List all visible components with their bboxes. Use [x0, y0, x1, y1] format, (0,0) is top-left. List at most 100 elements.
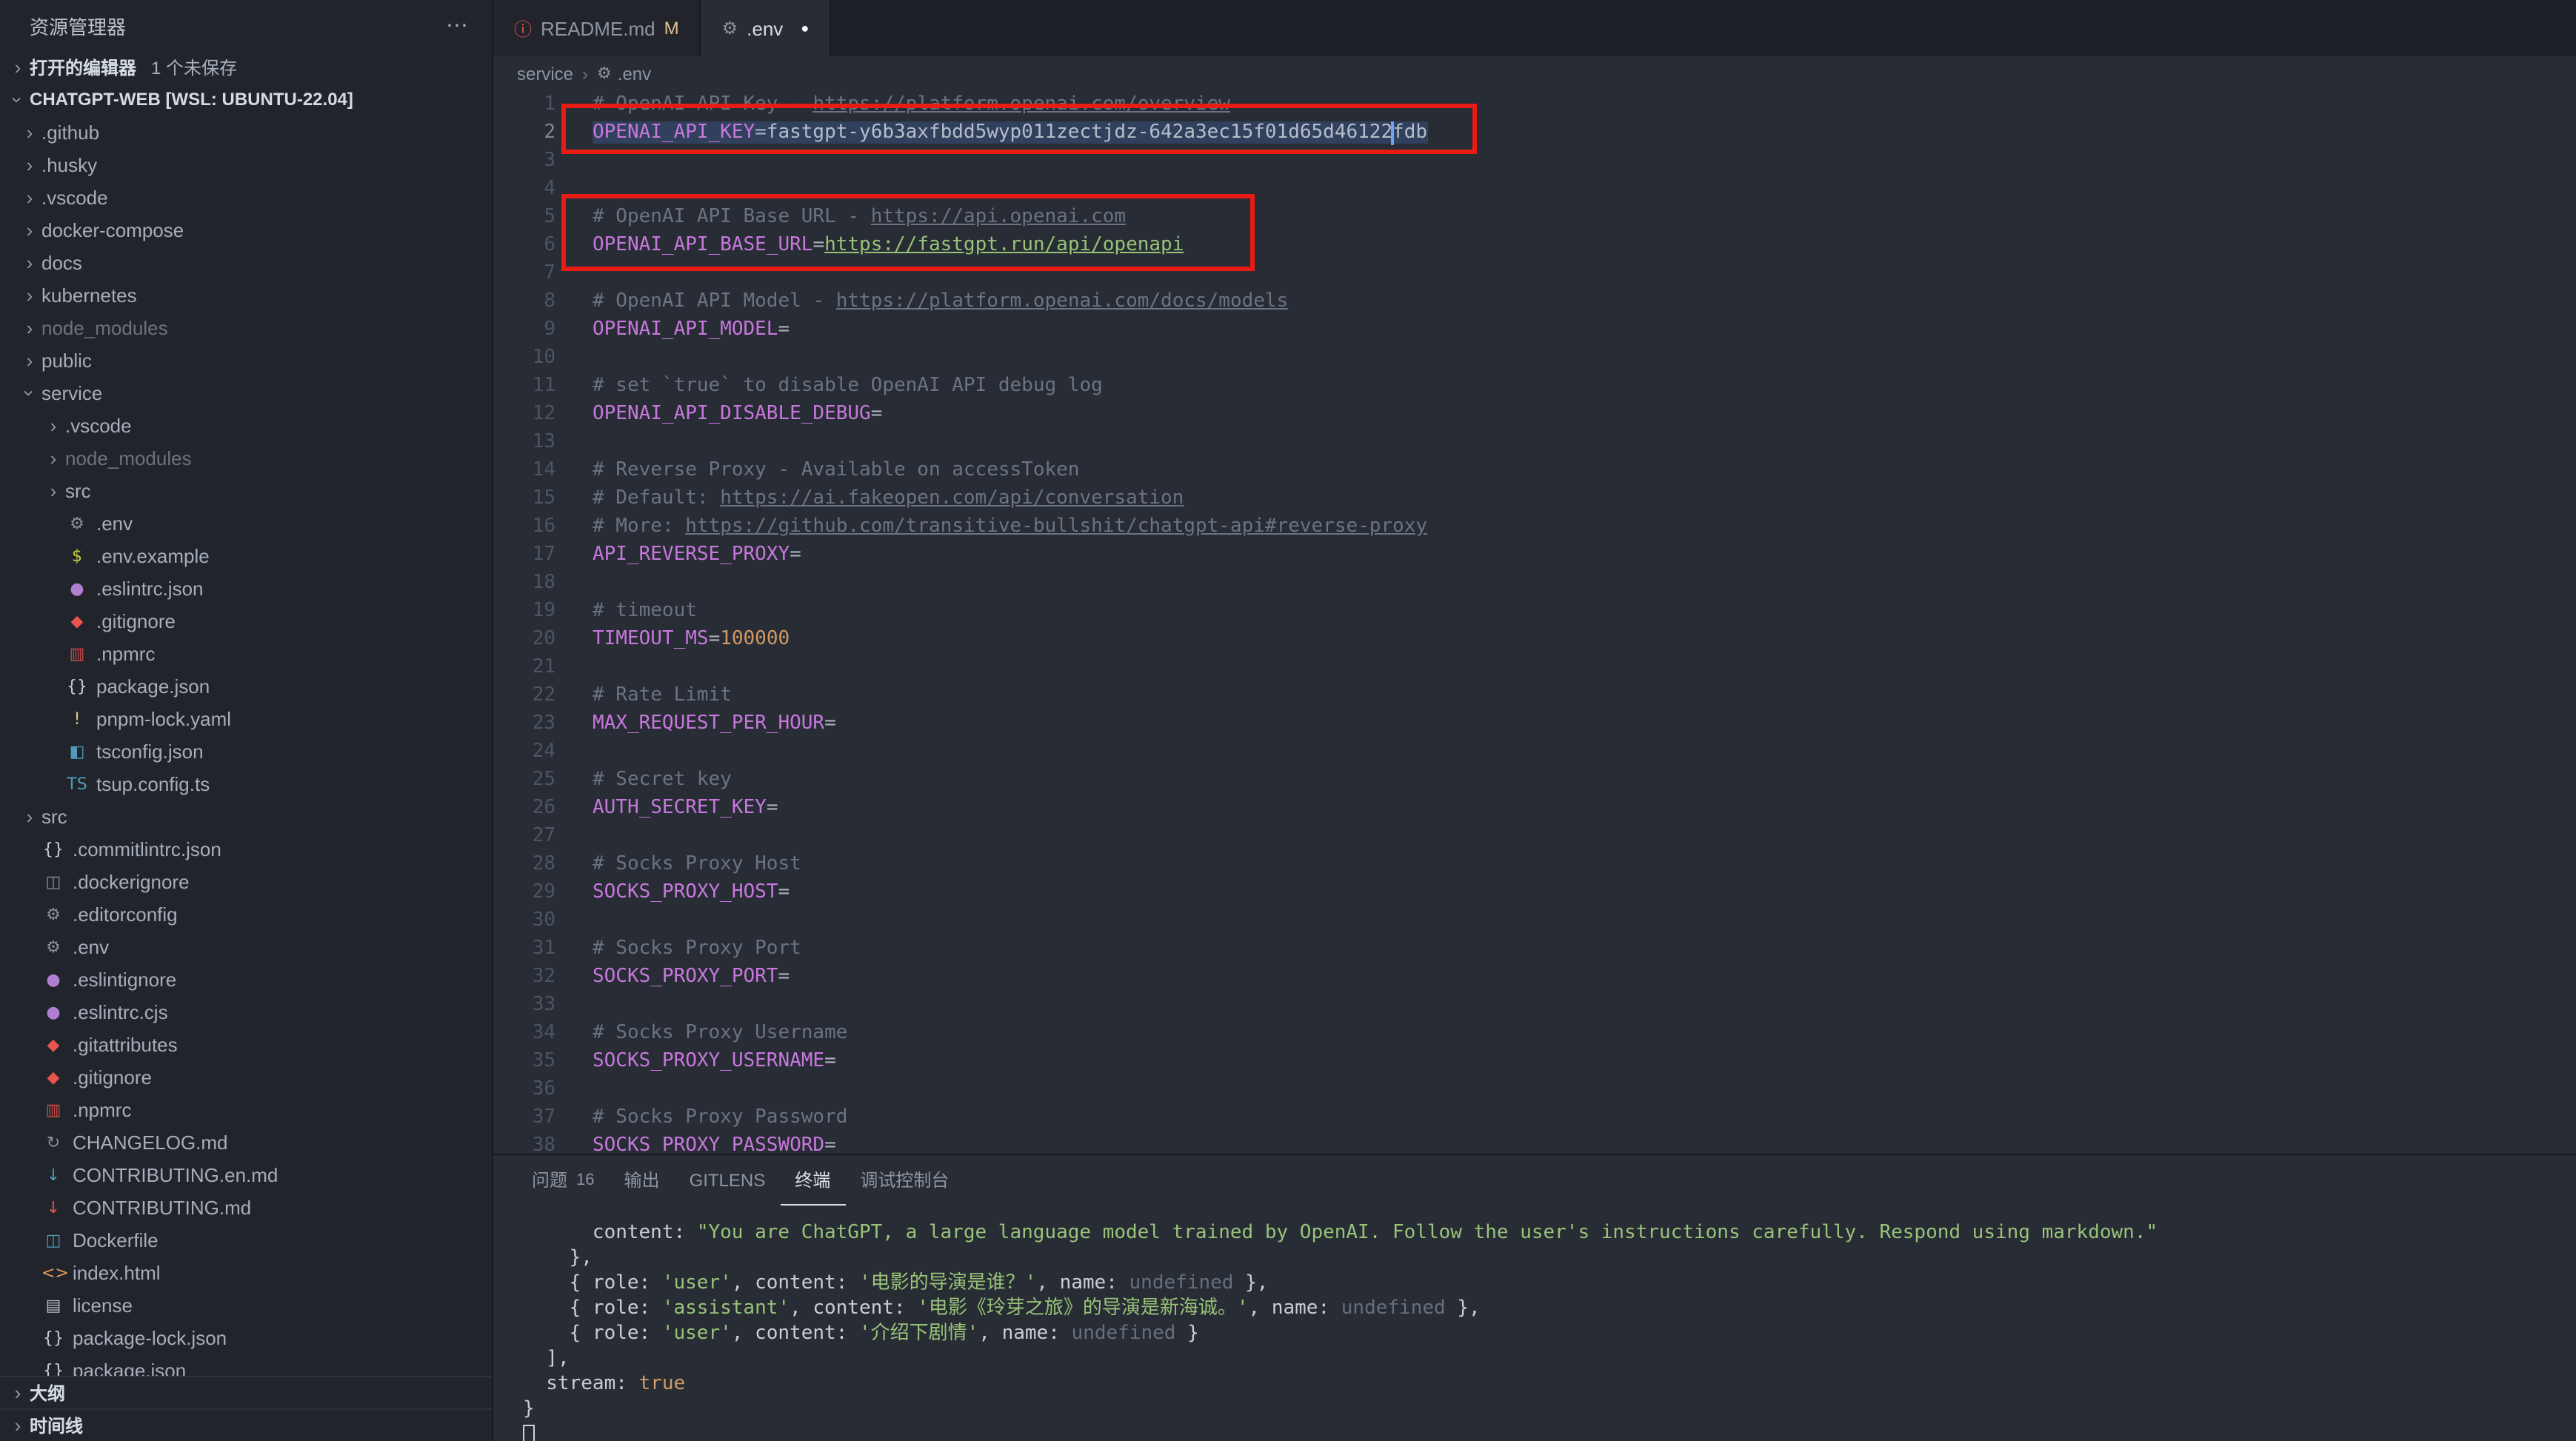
panel-tab-debug-console[interactable]: 调试控制台: [845, 1155, 964, 1206]
code-line-31[interactable]: 31# Socks Proxy Port: [493, 935, 2576, 963]
breadcrumb-folder[interactable]: service: [517, 63, 573, 84]
tree-file-license[interactable]: ▤license: [0, 1289, 492, 1322]
tree-file-package-lock.json[interactable]: {}package-lock.json: [0, 1322, 492, 1354]
tree-folder-public[interactable]: ›public: [0, 344, 492, 377]
code-line-32[interactable]: 32SOCKS_PROXY_PORT=: [493, 963, 2576, 991]
terminal-output[interactable]: content: "You are ChatGPT, a large langu…: [493, 1206, 2576, 1441]
vscode-window: 资源管理器 ⋯ › 打开的编辑器 1 个未保存 › CHATGPT-WEB [W…: [0, 0, 2576, 1441]
tree-file-.commitlintrc.json[interactable]: {}.commitlintrc.json: [0, 833, 492, 866]
code-line-13[interactable]: 13: [493, 428, 2576, 456]
code-line-18[interactable]: 18: [493, 569, 2576, 597]
tree-file-CHANGELOG.md[interactable]: ↻CHANGELOG.md: [0, 1126, 492, 1159]
terminal-line: { role: 'assistant', content: '电影《玲芽之旅》的…: [523, 1296, 2576, 1321]
chevron-down-icon: ›: [7, 88, 29, 112]
code-line-1[interactable]: 1# OpenAI API Key - https://platform.ope…: [493, 90, 2576, 118]
code-editor[interactable]: 1# OpenAI API Key - https://platform.ope…: [493, 90, 2576, 1154]
code-line-3[interactable]: 3: [493, 147, 2576, 175]
tree-file-package.json[interactable]: {}package.json: [0, 670, 492, 703]
tree-folder-node_modules[interactable]: ›node_modules: [0, 312, 492, 344]
code-line-2[interactable]: 2OPENAI_API_KEY=fastgpt-y6b3axfbdd5wyp01…: [493, 118, 2576, 147]
code-line-22[interactable]: 22# Rate Limit: [493, 681, 2576, 709]
tree-file-.eslintignore[interactable]: ●.eslintignore: [0, 963, 492, 996]
section-timeline[interactable]: › 时间线: [0, 1408, 492, 1441]
code-line-37[interactable]: 37# Socks Proxy Password: [493, 1103, 2576, 1131]
code-line-16[interactable]: 16# More: https://github.com/transitive-…: [493, 512, 2576, 541]
tab-readme[interactable]: ⓘ README.md M: [493, 0, 701, 56]
code-line-4[interactable]: 4: [493, 175, 2576, 203]
tree-folder-.vscode[interactable]: ›.vscode: [0, 181, 492, 214]
tree-file-.gitattributes[interactable]: ◆.gitattributes: [0, 1029, 492, 1061]
tree-folder-src[interactable]: ›src: [0, 800, 492, 833]
code-line-34[interactable]: 34# Socks Proxy Username: [493, 1019, 2576, 1047]
tree-file-CONTRIBUTING.md[interactable]: ↓CONTRIBUTING.md: [0, 1191, 492, 1224]
tree-file-tsconfig.json[interactable]: ◧tsconfig.json: [0, 735, 492, 768]
tab-env[interactable]: ⚙ .env ●: [701, 0, 832, 56]
tree-folder-src[interactable]: ›src: [0, 475, 492, 507]
code-line-11[interactable]: 11# set `true` to disable OpenAI API deb…: [493, 372, 2576, 400]
code-line-30[interactable]: 30: [493, 906, 2576, 935]
tree-file-pnpm-lock.yaml[interactable]: !pnpm-lock.yaml: [0, 703, 492, 735]
tree-file-CONTRIBUTING.en.md[interactable]: ↓CONTRIBUTING.en.md: [0, 1159, 492, 1191]
code-line-36[interactable]: 36: [493, 1075, 2576, 1103]
code-line-23[interactable]: 23MAX_REQUEST_PER_HOUR=: [493, 709, 2576, 738]
tree-folder-node_modules[interactable]: ›node_modules: [0, 442, 492, 475]
tree-file-.npmrc[interactable]: ▥.npmrc: [0, 1094, 492, 1126]
tree-file-.editorconfig[interactable]: ⚙.editorconfig: [0, 898, 492, 931]
panel-tab-label: 终端: [795, 1167, 830, 1192]
code-line-10[interactable]: 10: [493, 344, 2576, 372]
code-line-8[interactable]: 8# OpenAI API Model - https://platform.o…: [493, 287, 2576, 315]
section-project-root[interactable]: › CHATGPT-WEB [WSL: UBUNTU-22.04]: [0, 84, 492, 116]
panel-tab-terminal[interactable]: 终端: [780, 1155, 845, 1206]
code-line-28[interactable]: 28# Socks Proxy Host: [493, 850, 2576, 878]
tree-file-.env.example[interactable]: $.env.example: [0, 540, 492, 572]
tree-file-.gitignore[interactable]: ◆.gitignore: [0, 605, 492, 638]
panel-tab-gitlens[interactable]: GITLENS: [675, 1155, 781, 1206]
more-actions-icon[interactable]: ⋯: [446, 13, 471, 39]
tree-file-.npmrc[interactable]: ▥.npmrc: [0, 638, 492, 670]
code-line-35[interactable]: 35SOCKS_PROXY_USERNAME=: [493, 1047, 2576, 1075]
section-outline[interactable]: › 大纲: [0, 1376, 492, 1408]
code-line-6[interactable]: 6OPENAI_API_BASE_URL=https://fastgpt.run…: [493, 231, 2576, 259]
tree-folder-.vscode[interactable]: ›.vscode: [0, 409, 492, 442]
tree-file-.env[interactable]: ⚙.env: [0, 507, 492, 540]
code-line-25[interactable]: 25# Secret key: [493, 766, 2576, 794]
code-text: # More: https://github.com/transitive-bu…: [555, 512, 1427, 541]
code-line-19[interactable]: 19# timeout: [493, 597, 2576, 625]
tree-file-.dockerignore[interactable]: ◫.dockerignore: [0, 866, 492, 898]
code-text: SOCKS_PROXY_HOST=: [555, 878, 790, 906]
panel-tab-problems[interactable]: 问题 16: [517, 1155, 610, 1206]
tree-file-.env[interactable]: ⚙.env: [0, 931, 492, 963]
code-line-15[interactable]: 15# Default: https://ai.fakeopen.com/api…: [493, 484, 2576, 512]
tree-folder-docs[interactable]: ›docs: [0, 247, 492, 279]
line-number: 17: [493, 541, 555, 569]
tree-file-index.html[interactable]: <>index.html: [0, 1257, 492, 1289]
breadcrumb-file[interactable]: ⚙ .env: [597, 63, 651, 84]
code-line-14[interactable]: 14# Reverse Proxy - Available on accessT…: [493, 456, 2576, 484]
tree-file-tsup.config.ts[interactable]: TStsup.config.ts: [0, 768, 492, 800]
tree-file-.eslintrc.cjs[interactable]: ●.eslintrc.cjs: [0, 996, 492, 1029]
tree-file-package.json[interactable]: {}package.json: [0, 1354, 492, 1376]
code-line-21[interactable]: 21: [493, 653, 2576, 681]
code-line-9[interactable]: 9OPENAI_API_MODEL=: [493, 315, 2576, 344]
code-line-5[interactable]: 5# OpenAI API Base URL - https://api.ope…: [493, 203, 2576, 231]
code-line-33[interactable]: 33: [493, 991, 2576, 1019]
tree-file-.eslintrc.json[interactable]: ●.eslintrc.json: [0, 572, 492, 605]
code-line-20[interactable]: 20TIMEOUT_MS=100000: [493, 625, 2576, 653]
tree-folder-docker-compose[interactable]: ›docker-compose: [0, 214, 492, 247]
tree-folder-.github[interactable]: ›.github: [0, 116, 492, 149]
code-line-27[interactable]: 27: [493, 822, 2576, 850]
code-line-26[interactable]: 26AUTH_SECRET_KEY=: [493, 794, 2576, 822]
tree-folder-kubernetes[interactable]: ›kubernetes: [0, 279, 492, 312]
code-line-24[interactable]: 24: [493, 738, 2576, 766]
panel-tab-output[interactable]: 输出: [610, 1155, 675, 1206]
code-line-12[interactable]: 12OPENAI_API_DISABLE_DEBUG=: [493, 400, 2576, 428]
code-line-7[interactable]: 7: [493, 259, 2576, 287]
tree-folder-.husky[interactable]: ›.husky: [0, 149, 492, 181]
code-line-38[interactable]: 38SOCKS_PROXY_PASSWORD=: [493, 1131, 2576, 1154]
code-line-17[interactable]: 17API_REVERSE_PROXY=: [493, 541, 2576, 569]
tree-folder-service[interactable]: ›service: [0, 377, 492, 409]
section-open-editors[interactable]: › 打开的编辑器 1 个未保存: [0, 51, 492, 84]
tree-file-.gitignore[interactable]: ◆.gitignore: [0, 1061, 492, 1094]
tree-file-Dockerfile[interactable]: ◫Dockerfile: [0, 1224, 492, 1257]
code-line-29[interactable]: 29SOCKS_PROXY_HOST=: [493, 878, 2576, 906]
